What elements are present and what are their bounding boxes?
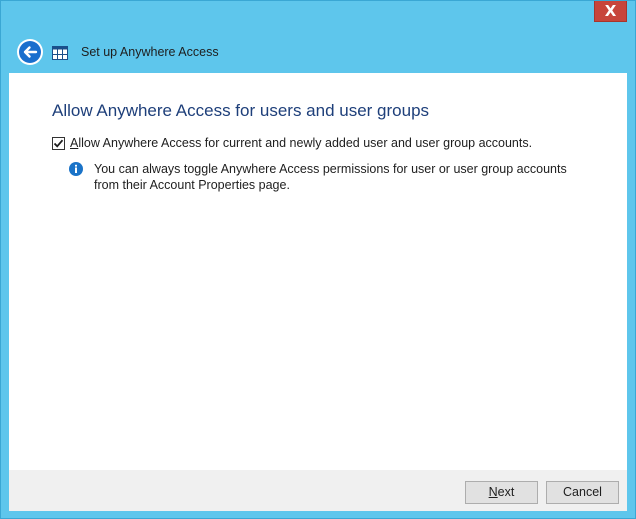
close-button[interactable]: X [594,1,627,22]
close-icon: X [604,2,617,20]
wizard-nav-bar: Set up Anywhere Access [9,31,627,73]
wizard-content: Allow Anywhere Access for users and user… [9,73,627,470]
cancel-button[interactable]: Cancel [546,481,619,504]
next-access-key: N [488,485,498,499]
checkmark-icon [53,139,64,148]
checkbox-label-rest: llow Anywhere Access for current and new… [78,136,533,150]
info-icon-graphic [69,162,83,176]
title-bar[interactable]: X [1,1,635,31]
back-button[interactable] [16,38,44,66]
grid-window-icon [52,46,68,60]
app-window-icon [52,46,68,60]
wizard-window: X Set up Anywhere Access Allow Anywhere … [0,0,636,519]
wizard-title: Set up Anywhere Access [81,45,219,59]
next-button[interactable]: Next [465,481,538,504]
back-arrow-icon [17,39,43,65]
info-icon [69,162,83,176]
page-heading: Allow Anywhere Access for users and user… [52,101,430,120]
allow-anywhere-access-checkbox[interactable] [52,137,65,150]
wizard-footer: Next Cancel [9,470,627,511]
allow-anywhere-access-label[interactable]: Allow Anywhere Access for current and ne… [70,136,532,150]
next-label-rest: ext [497,485,515,499]
info-message: You can always toggle Anywhere Access pe… [94,162,567,192]
